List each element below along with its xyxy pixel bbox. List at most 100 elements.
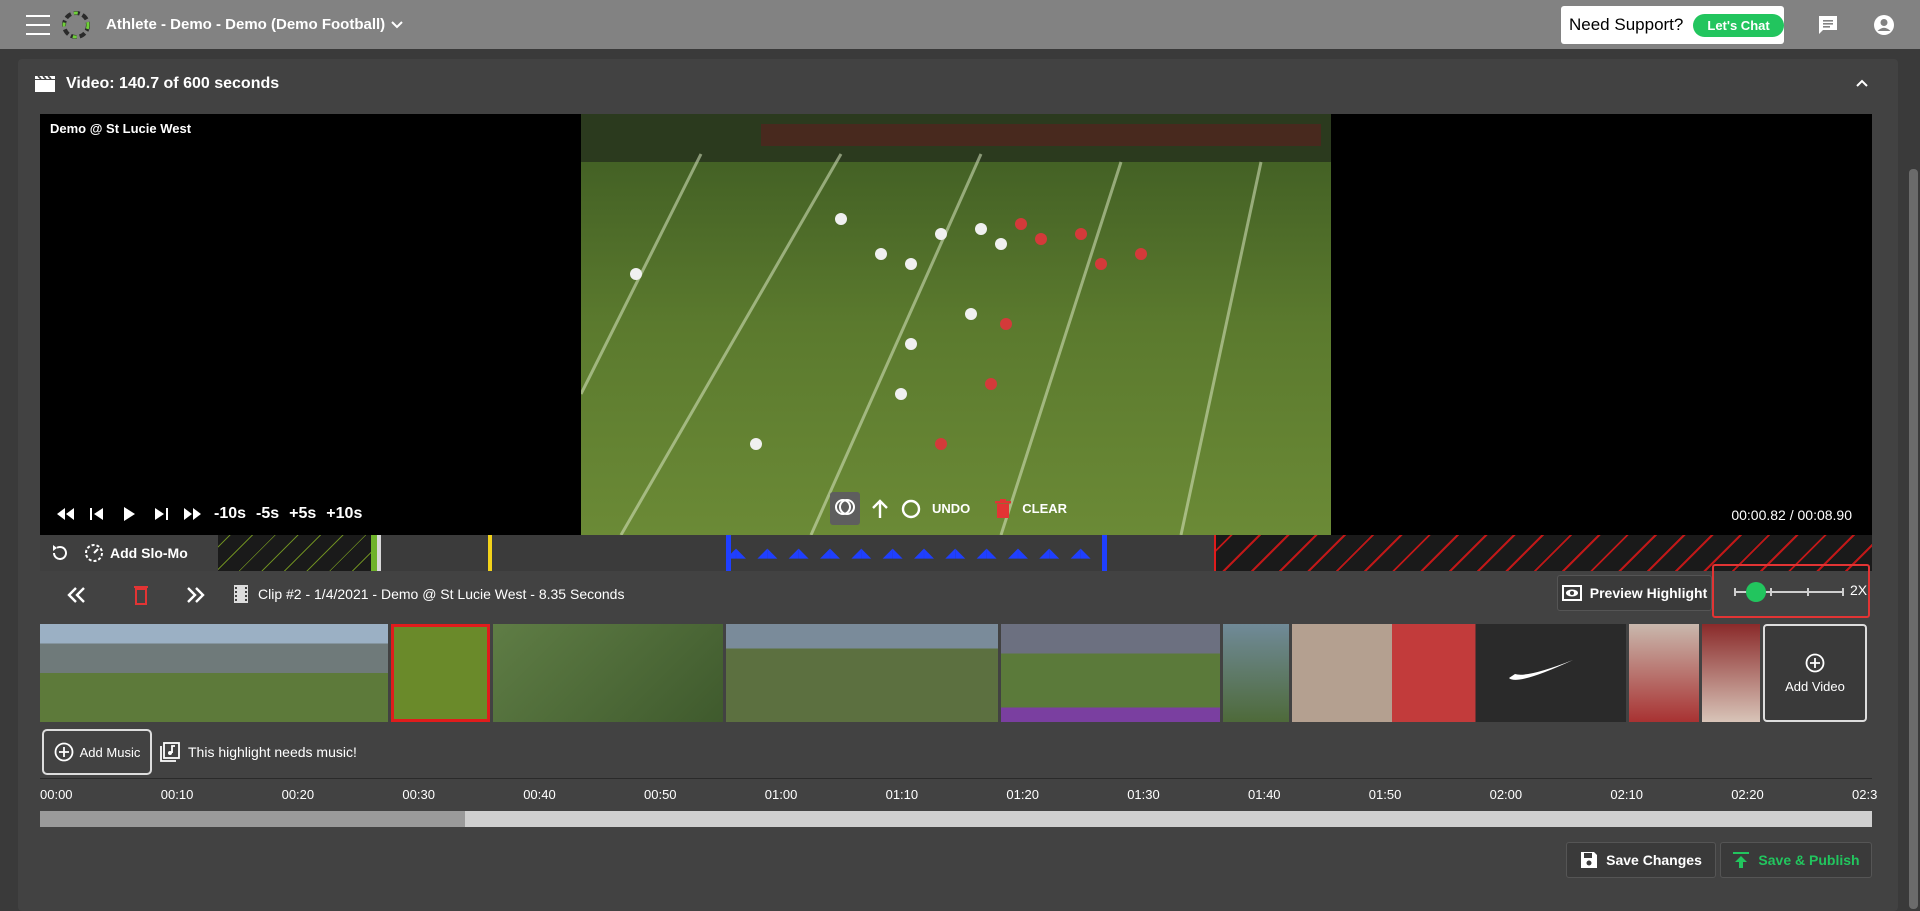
chevron-down-icon <box>391 20 403 28</box>
music-library-icon <box>160 742 180 762</box>
video-player[interactable]: Demo @ St Lucie West -10s -5s +5s +10s U… <box>40 114 1872 535</box>
drawing-tools: UNDO CLEAR <box>830 492 1067 525</box>
playback-speed-control: 2X <box>1712 564 1870 618</box>
save-changes-label: Save Changes <box>1606 852 1702 868</box>
top-bar: Athlete - Demo - Demo (Demo Football) Ne… <box>0 0 1920 49</box>
game-footage <box>581 114 1331 535</box>
video-overlay-title: Demo @ St Lucie West <box>50 121 192 136</box>
highlight-progress-bar[interactable] <box>40 811 1872 827</box>
trash-icon[interactable] <box>994 498 1012 519</box>
save-changes-button[interactable]: Save Changes <box>1566 842 1716 878</box>
double-chevron-right-icon[interactable] <box>180 583 210 607</box>
delete-clip-icon[interactable] <box>126 583 156 607</box>
speed-slider-thumb[interactable] <box>1746 582 1766 602</box>
preview-highlight-button[interactable]: Preview Highlight <box>1557 575 1712 611</box>
ruler-tick-label: 01:10 <box>885 787 919 802</box>
skip-forward-10-button[interactable]: +10s <box>326 505 362 523</box>
account-icon[interactable] <box>1873 14 1895 36</box>
page-scrollbar[interactable] <box>1907 49 1920 911</box>
team-selector[interactable]: Athlete - Demo - Demo (Demo Football) <box>106 16 403 33</box>
trim-timeline[interactable]: Add Slo-Mo ◢◣ ◢◣ ◢◣ ◢◣ ◢◣ ◢◣ ◢◣ ◢◣ ◢◣ ◢◣ ◢◣ ◢◣ <box>40 535 1872 571</box>
eye-icon <box>1561 585 1582 601</box>
upload-icon <box>1733 852 1750 868</box>
ruler-tick-label: 01:40 <box>1248 787 1281 802</box>
app-logo-icon <box>62 10 90 39</box>
music-notice: This highlight needs music! <box>188 744 357 760</box>
circle-tool-icon[interactable] <box>900 498 922 520</box>
clip-thumbnail[interactable] <box>1001 624 1220 722</box>
time-readout: 00:00.82 / 00:08.90 <box>1731 507 1852 523</box>
slomo-end-handle[interactable] <box>1102 535 1107 571</box>
playback-controls: -10s -5s +5s +10s <box>54 505 362 523</box>
fast-forward-icon[interactable] <box>182 505 204 523</box>
plus-circle-icon <box>54 742 74 762</box>
scrollbar-thumb[interactable] <box>1909 169 1918 909</box>
slomo-controls: Add Slo-Mo <box>40 535 218 571</box>
step-back-icon[interactable] <box>86 505 108 523</box>
clip-thumbnail[interactable] <box>1292 624 1626 722</box>
arrow-up-icon[interactable] <box>870 498 890 520</box>
ruler-tick-label: 01:30 <box>1127 787 1160 802</box>
preview-highlight-label: Preview Highlight <box>1589 585 1708 601</box>
draw-tool-button[interactable] <box>830 492 860 525</box>
double-chevron-left-icon[interactable] <box>62 583 92 607</box>
clear-button[interactable]: CLEAR <box>1022 501 1067 516</box>
add-video-button[interactable]: Add Video <box>1763 624 1867 722</box>
ruler-tick-label: 02:3 <box>1852 787 1878 802</box>
skip-back-5-button[interactable]: -5s <box>256 505 279 523</box>
add-music-button[interactable]: Add Music <box>42 729 152 775</box>
ruler-tick-label: 02:10 <box>1610 787 1643 802</box>
speed-tick <box>1734 588 1736 596</box>
reset-icon[interactable] <box>50 543 70 563</box>
ruler-tick-label: 00:00 <box>40 787 73 802</box>
slomo-region[interactable]: ◢◣ ◢◣ ◢◣ ◢◣ ◢◣ ◢◣ ◢◣ ◢◣ ◢◣ ◢◣ ◢◣ ◢◣ <box>726 541 1102 565</box>
speed-tick <box>1807 588 1809 596</box>
hamburger-menu-icon[interactable] <box>26 14 50 35</box>
add-slomo-label: Add Slo-Mo <box>110 545 188 561</box>
undo-button[interactable]: UNDO <box>932 501 970 516</box>
step-forward-icon[interactable] <box>150 505 172 523</box>
chevron-up-icon[interactable] <box>1854 75 1870 91</box>
add-slomo-button[interactable]: Add Slo-Mo <box>84 543 188 563</box>
swoosh-icon <box>1509 660 1573 680</box>
lets-chat-button[interactable]: Let's Chat <box>1693 13 1784 37</box>
yellow-marker[interactable] <box>488 535 492 571</box>
clapperboard-icon <box>35 75 55 92</box>
ruler-tick-label: 00:50 <box>644 787 677 802</box>
ruler-tick-label: 02:00 <box>1489 787 1523 802</box>
add-music-label: Add Music <box>79 744 141 760</box>
clip-thumbnail[interactable] <box>1629 624 1699 722</box>
clip-thumbnail[interactable] <box>40 624 388 722</box>
playhead-marker[interactable] <box>377 535 381 571</box>
skip-forward-5-button[interactable]: +5s <box>289 505 316 523</box>
music-row: Add Music This highlight needs music! <box>42 729 357 775</box>
save-and-publish-button[interactable]: Save & Publish <box>1720 842 1872 878</box>
overlap-circles-icon <box>835 499 855 515</box>
ruler-tick-label: 00:10 <box>160 787 194 802</box>
rewind-icon[interactable] <box>54 505 76 523</box>
ruler-divider <box>40 778 1872 779</box>
speed-label: 2X <box>1850 582 1868 598</box>
message-icon[interactable] <box>1817 14 1839 36</box>
ruler-tick-label: 01:20 <box>1006 787 1039 802</box>
clip-thumbnails: Add Video <box>40 624 1872 722</box>
ruler-tick-label: 01:00 <box>764 787 798 802</box>
skip-back-10-button[interactable]: -10s <box>214 505 246 523</box>
play-icon[interactable] <box>118 505 140 523</box>
speed-tick <box>1770 588 1772 596</box>
ruler-tick-label: 00:30 <box>402 787 435 802</box>
ruler-tick-label: 00:40 <box>523 787 556 802</box>
ruler-tick-label: 00:20 <box>281 787 315 802</box>
clip-thumbnail[interactable] <box>1702 624 1760 722</box>
clip-toolbar: Clip #2 - 1/4/2021 - Demo @ St Lucie Wes… <box>40 564 1872 618</box>
ruler-tick-label: 01:50 <box>1368 787 1402 802</box>
progress-fill <box>40 811 466 827</box>
clip-title-text: Clip #2 - 1/4/2021 - Demo @ St Lucie Wes… <box>258 586 625 602</box>
clip-thumbnail[interactable] <box>1223 624 1289 722</box>
add-video-label: Add Video <box>1785 678 1845 694</box>
clip-thumbnail-selected[interactable] <box>391 624 490 722</box>
card-header: Video: 140.7 of 600 seconds <box>34 75 279 93</box>
clip-thumbnail[interactable] <box>493 624 723 722</box>
clip-thumbnail[interactable] <box>726 624 998 722</box>
ruler-tick-label: 02:20 <box>1731 787 1764 802</box>
